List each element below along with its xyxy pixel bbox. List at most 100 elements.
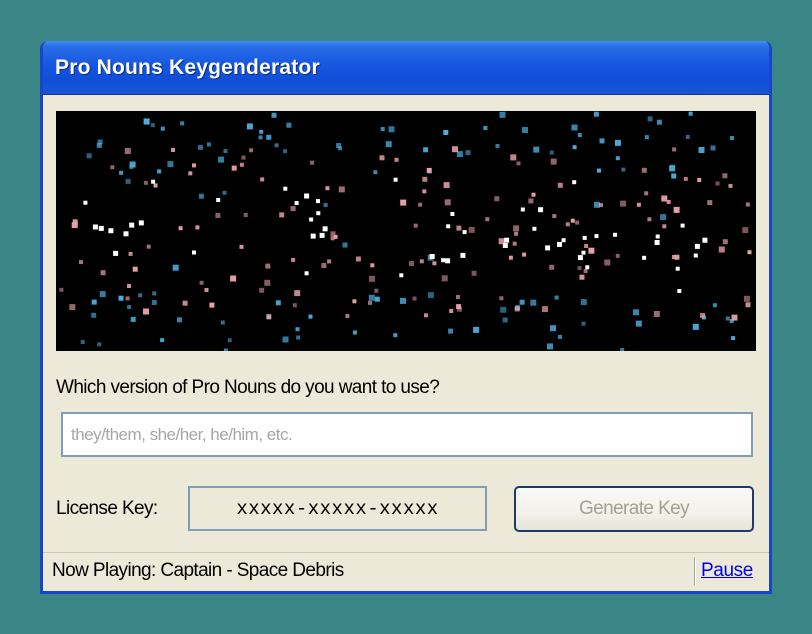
star <box>745 202 750 207</box>
star <box>160 338 165 343</box>
star <box>710 145 716 151</box>
star <box>69 304 76 311</box>
star <box>266 134 272 140</box>
star <box>730 136 734 140</box>
star <box>502 317 508 323</box>
star <box>123 231 129 237</box>
star <box>508 255 513 260</box>
star <box>98 225 104 231</box>
star <box>647 217 652 222</box>
star <box>308 314 313 319</box>
star <box>129 222 135 228</box>
star <box>572 145 577 150</box>
star <box>499 296 504 301</box>
star <box>355 256 361 262</box>
star <box>471 270 477 276</box>
star <box>722 239 728 245</box>
star <box>583 269 588 273</box>
star <box>722 173 728 179</box>
star <box>565 222 570 227</box>
star <box>323 203 328 207</box>
status-bar: Now Playing: Captain - Space Debris Paus… <box>43 552 769 591</box>
star <box>127 305 132 309</box>
star <box>388 126 395 133</box>
star <box>530 299 537 306</box>
star <box>599 203 603 208</box>
star <box>171 148 175 152</box>
star <box>419 259 424 264</box>
star <box>223 348 228 351</box>
star <box>113 250 119 256</box>
star <box>374 288 379 293</box>
star <box>128 251 133 256</box>
star <box>585 265 590 270</box>
star <box>685 135 690 139</box>
generate-key-button[interactable]: Generate Key <box>514 486 754 532</box>
star <box>552 214 557 219</box>
star <box>532 226 537 231</box>
star <box>452 146 458 153</box>
star <box>294 290 301 297</box>
star <box>422 189 427 194</box>
star <box>731 336 736 341</box>
star <box>316 199 320 204</box>
star <box>445 258 451 264</box>
star <box>577 255 583 261</box>
star <box>275 300 281 306</box>
keygen-window: Pro Nouns Keygenderator Which version of… <box>40 41 772 594</box>
star <box>150 123 155 128</box>
star <box>258 135 263 140</box>
star <box>747 250 752 255</box>
star <box>319 232 325 238</box>
star <box>352 299 357 304</box>
star <box>374 296 380 302</box>
star <box>582 235 587 240</box>
star <box>742 227 749 234</box>
star <box>271 112 277 118</box>
star <box>310 233 316 239</box>
star <box>266 314 272 320</box>
star <box>218 156 225 163</box>
star <box>304 271 309 276</box>
star <box>192 250 196 255</box>
star <box>409 261 414 266</box>
star <box>550 325 556 332</box>
star <box>485 217 490 222</box>
star <box>712 303 717 308</box>
star <box>198 193 204 199</box>
star <box>514 231 519 236</box>
star <box>550 158 557 165</box>
star <box>322 226 328 232</box>
star <box>310 160 315 165</box>
star <box>575 220 580 225</box>
star <box>222 190 227 195</box>
license-key-display: xxxxx-xxxxx-xxxxx <box>188 486 487 531</box>
star <box>352 330 357 335</box>
star <box>146 244 151 249</box>
star <box>593 111 599 117</box>
star <box>661 195 668 202</box>
pause-link[interactable]: Pause <box>701 560 753 582</box>
star <box>368 294 375 301</box>
window-title: Pro Nouns Keygenderator <box>55 56 320 79</box>
star <box>456 225 462 231</box>
star <box>204 288 209 292</box>
generate-key-label: Generate Key <box>578 498 690 519</box>
star <box>577 266 582 271</box>
title-bar[interactable]: Pro Nouns Keygenderator <box>43 41 769 95</box>
star <box>59 287 64 292</box>
star <box>522 127 528 133</box>
pronoun-version-input[interactable] <box>61 412 753 457</box>
star <box>666 199 671 204</box>
star <box>333 234 338 239</box>
star <box>325 186 330 191</box>
star <box>160 126 165 131</box>
star <box>538 207 544 213</box>
star <box>338 146 342 151</box>
status-divider <box>694 557 696 585</box>
star <box>143 308 149 315</box>
star <box>510 154 517 161</box>
star <box>294 201 299 205</box>
star <box>743 295 750 302</box>
star <box>138 293 143 298</box>
